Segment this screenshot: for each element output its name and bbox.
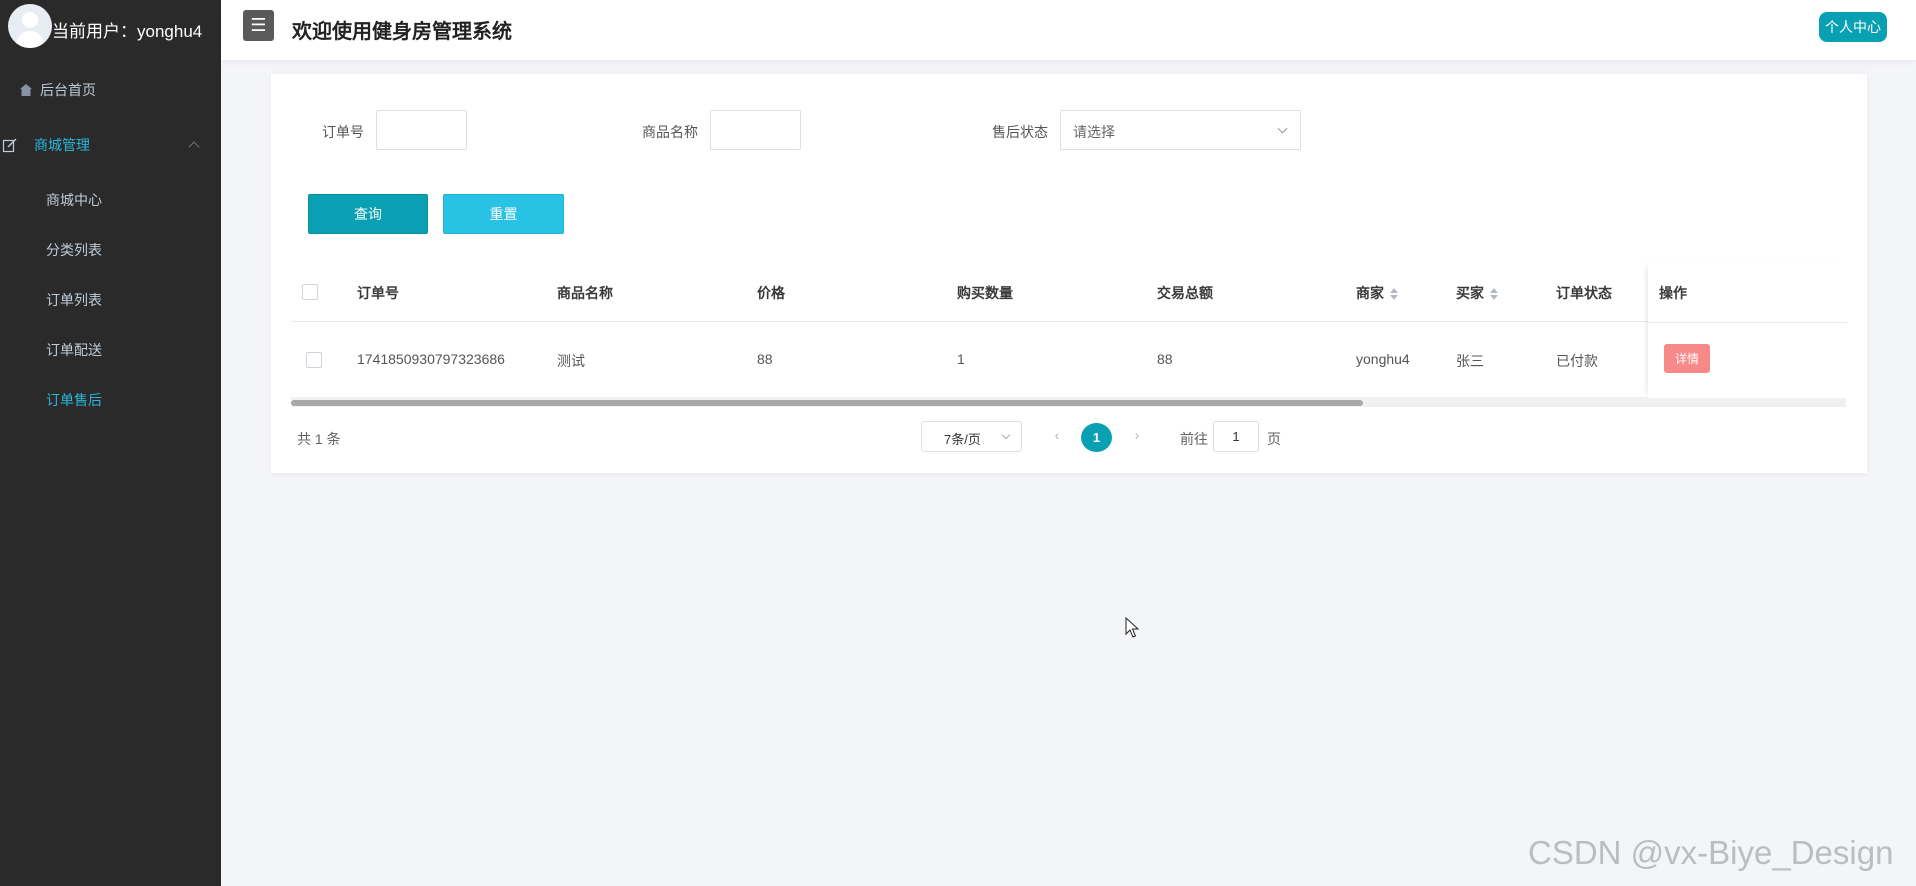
- prev-page-button[interactable]: ‹: [1051, 427, 1063, 443]
- after-sale-status-label: 售后状态: [992, 124, 1048, 140]
- top-header: ☰ 欢迎使用健身房管理系统 个人中心: [221, 0, 1916, 60]
- table-row: 1741850930797323686 测试 88 1 88 yonghu4 张…: [291, 322, 1846, 398]
- after-sale-status-select[interactable]: 请选择: [1060, 110, 1301, 150]
- sidebar-user: 当前用户：yonghu4: [0, 0, 221, 56]
- chevron-down-icon: [1001, 430, 1011, 440]
- column-header: 价格: [757, 285, 785, 301]
- column-header-label: 买家: [1456, 285, 1484, 301]
- sidebar-subitem-mall-center[interactable]: 商城中心: [46, 190, 102, 210]
- page-suffix-label: 页: [1267, 431, 1281, 447]
- cell-merchant: yonghu4: [1356, 351, 1410, 367]
- sidebar-subitem-order-list[interactable]: 订单列表: [46, 290, 102, 310]
- column-header: 交易总额: [1157, 285, 1213, 301]
- goto-page-input[interactable]: [1213, 421, 1259, 452]
- cell-status: 已付款: [1556, 353, 1598, 369]
- pagination-total: 共 1 条: [297, 431, 341, 447]
- avatar[interactable]: [8, 4, 52, 48]
- fixed-action-column: 操作 详情: [1648, 262, 1847, 398]
- page-title: 欢迎使用健身房管理系统: [292, 21, 512, 43]
- home-icon: [18, 82, 34, 98]
- select-value: 请选择: [1073, 124, 1115, 140]
- current-user-label: 当前用户：yonghu4: [52, 22, 203, 41]
- detail-button[interactable]: 详情: [1664, 344, 1710, 373]
- page-number-button[interactable]: 1: [1081, 423, 1112, 452]
- menu-icon: ☰: [250, 15, 267, 35]
- cell-quantity: 1: [957, 351, 965, 367]
- watermark: CSDN @vx-Biye_Design: [1528, 834, 1894, 871]
- column-header: 购买数量: [957, 285, 1013, 301]
- reset-button[interactable]: 重置: [443, 194, 564, 234]
- cell-buyer: 张三: [1456, 353, 1484, 369]
- column-header-sortable[interactable]: 买家: [1456, 283, 1498, 303]
- cell-order-no: 1741850930797323686: [357, 351, 505, 367]
- horizontal-scrollbar[interactable]: [291, 398, 1846, 407]
- page-size-select[interactable]: 7条/页: [921, 421, 1022, 452]
- sidebar-subitem-category-list[interactable]: 分类列表: [46, 240, 102, 260]
- sidebar-item-label: 商城管理: [34, 137, 90, 153]
- next-page-button[interactable]: ›: [1131, 427, 1143, 443]
- product-name-input[interactable]: [710, 110, 801, 150]
- chevron-down-icon: [1277, 123, 1288, 134]
- column-header-action: 操作: [1659, 285, 1687, 301]
- select-all-checkbox[interactable]: [302, 284, 318, 300]
- column-header-label: 商家: [1356, 285, 1384, 301]
- order-no-label: 订单号: [322, 124, 364, 140]
- page-size-value: 7条/页: [944, 432, 981, 447]
- column-header: 订单状态: [1556, 285, 1612, 301]
- sort-icon[interactable]: [1490, 288, 1498, 301]
- sidebar: 当前用户：yonghu4 后台首页 商城管理 商城中心 分类列表 订单列表 订单…: [0, 0, 221, 886]
- scrollbar-thumb[interactable]: [291, 400, 1363, 406]
- table-header: 订单号 商品名称 价格 购买数量 交易总额 商家 买家 订单状态: [291, 262, 1846, 322]
- profile-button[interactable]: 个人中心: [1819, 12, 1887, 42]
- column-header-sortable[interactable]: 商家: [1356, 283, 1398, 303]
- sidebar-subitem-order-delivery[interactable]: 订单配送: [46, 340, 102, 360]
- edit-icon: [2, 137, 18, 153]
- column-header: 订单号: [357, 285, 399, 301]
- sidebar-item-home[interactable]: 后台首页: [0, 70, 221, 110]
- sidebar-item-mall-management[interactable]: 商城管理: [0, 125, 221, 165]
- menu-toggle-button[interactable]: ☰: [243, 10, 274, 41]
- mouse-cursor-icon: [1125, 617, 1139, 638]
- cell-price: 88: [757, 351, 773, 367]
- goto-label: 前往: [1180, 431, 1208, 447]
- order-no-input[interactable]: [376, 110, 467, 150]
- query-button[interactable]: 查询: [308, 194, 428, 234]
- column-header: 商品名称: [557, 285, 613, 301]
- sort-icon[interactable]: [1390, 288, 1398, 301]
- cell-product-name: 测试: [557, 353, 585, 369]
- main-card: 订单号 商品名称 售后状态 请选择 查询 重置 订单号 商品名称 价格 购买数量…: [271, 74, 1867, 473]
- cell-total: 88: [1157, 351, 1173, 367]
- sidebar-item-label: 后台首页: [40, 82, 96, 98]
- row-checkbox[interactable]: [306, 352, 322, 368]
- sidebar-subitem-order-after-sale[interactable]: 订单售后: [46, 390, 102, 410]
- product-name-label: 商品名称: [642, 124, 698, 140]
